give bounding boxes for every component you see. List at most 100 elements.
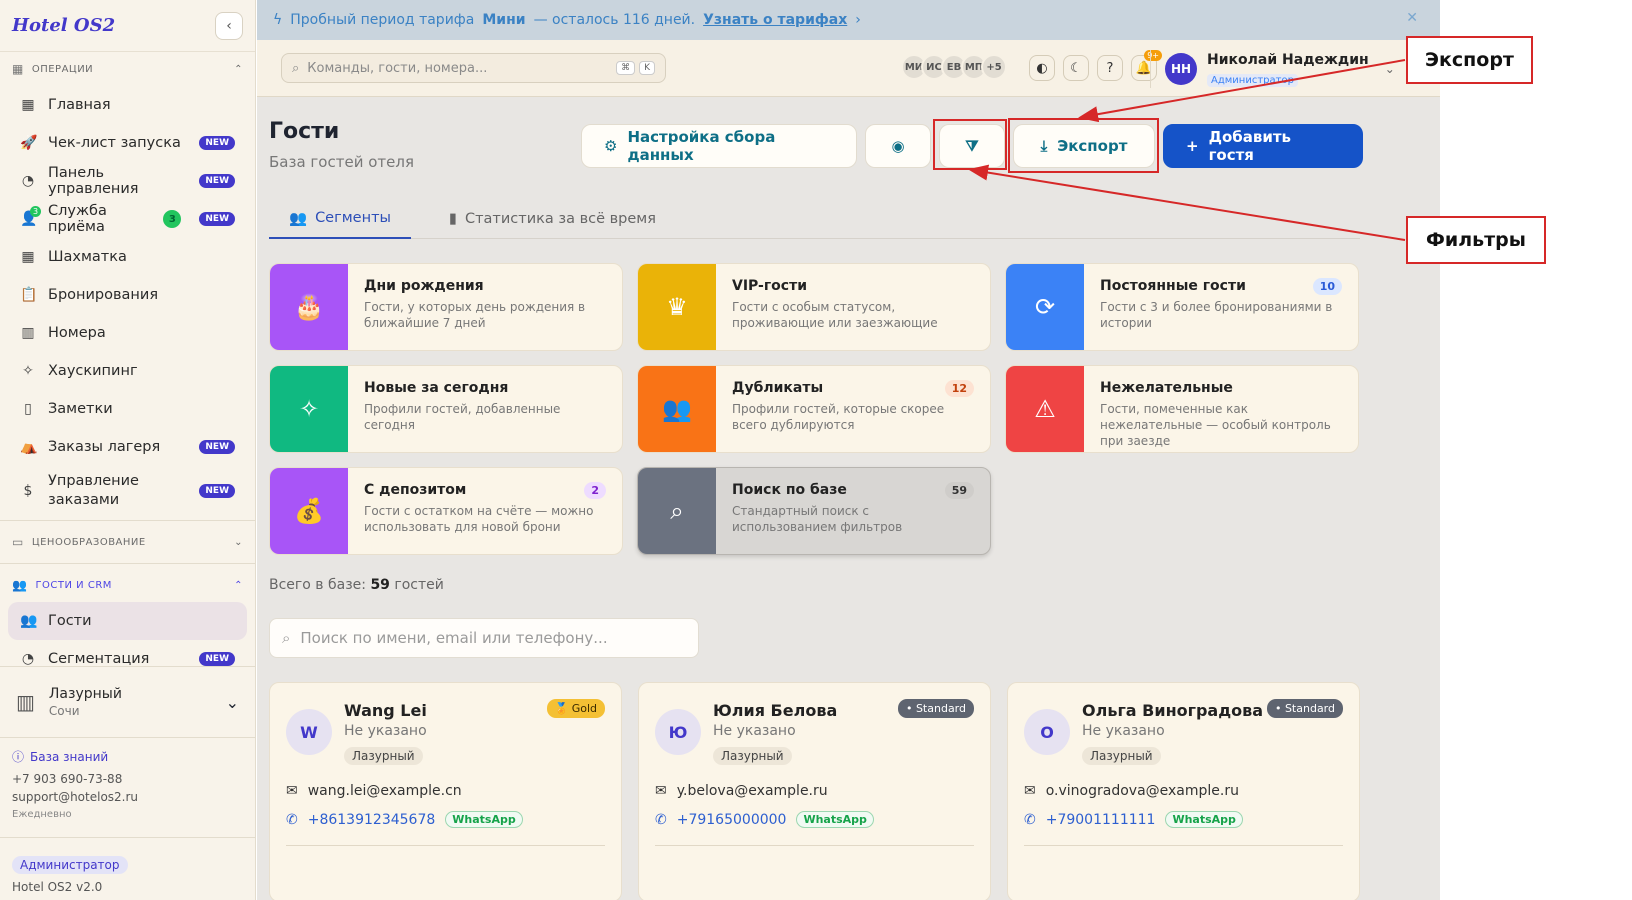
segment-card[interactable]: ♛ VIP-гости Гости с особым статусом, прожи…: [637, 263, 991, 351]
pricing-link[interactable]: Узнать о тарифах: [703, 12, 847, 28]
segment-card[interactable]: ⚠ Нежелательные Гости, помеченные как неже…: [1005, 365, 1359, 453]
role-badge: Администратор: [12, 856, 128, 874]
bar-chart-icon: ▮: [448, 211, 457, 227]
whatsapp-badge[interactable]: WhatsApp: [796, 811, 874, 828]
sidebar-item-camp-orders[interactable]: ⛺ Заказы лагеря NEW: [0, 428, 255, 466]
segment-card[interactable]: ✧ Новые за сегодня Профили гостей, добавле…: [269, 365, 623, 453]
sidebar-item-home[interactable]: ▦ Главная: [0, 86, 255, 124]
segment-card[interactable]: ⌕ Поиск по базе Стандартный поиск с исполь…: [637, 467, 991, 555]
email-value: o.vinogradova@example.ru: [1045, 783, 1239, 799]
sidebar-item-rooms[interactable]: ▥ Номера: [0, 314, 255, 352]
user-avatar: НН: [1165, 53, 1197, 85]
section-operations[interactable]: ▦ ОПЕРАЦИИ ⌃: [0, 52, 255, 86]
sidebar-item-chessboard[interactable]: ▦ Шахматка: [0, 238, 255, 276]
guest-subtitle: Не указано: [344, 723, 427, 739]
segment-card[interactable]: 👥 Дубликаты Профили гостей, которые скорее…: [637, 365, 991, 453]
sidebar-item-dashboard[interactable]: ◔ Панель управления NEW: [0, 162, 255, 200]
trial-text: Пробный период тарифа: [290, 12, 475, 28]
moon-icon[interactable]: ☾: [1063, 55, 1089, 81]
sidebar-item-label: Заказы лагеря: [48, 439, 161, 455]
sidebar-item-checklist[interactable]: 🚀 Чек-лист запуска NEW: [0, 124, 255, 162]
command-search-input[interactable]: ⌕ Команды, гости, номера... ⌘ K: [281, 53, 666, 83]
add-guest-button[interactable]: + Добавить гостя: [1163, 124, 1363, 168]
guest-card[interactable]: Ю Юлия Белова Не указано Лазурный • Standard…: [638, 682, 991, 900]
guest-card[interactable]: W Wang Lei Не указано Лазурный 🏅 Gold ✉ wang.l…: [269, 682, 622, 900]
guest-name[interactable]: Ольга Виноградова: [1082, 701, 1263, 720]
segment-card[interactable]: ⟳ Постоянные гости Гости с 3 и более брони…: [1005, 263, 1359, 351]
chevron-down-icon: ⌄: [225, 692, 239, 712]
avatar: Ю: [655, 709, 701, 755]
button-label: Добавить гостя: [1208, 128, 1292, 164]
guest-phone[interactable]: ✆ +79001111111 WhatsApp: [1024, 811, 1243, 828]
guest-email[interactable]: ✉ y.belova@example.ru: [655, 783, 828, 799]
guest-card[interactable]: О Ольга Виноградова Не указано Лазурный • St…: [1007, 682, 1360, 900]
segment-card[interactable]: 💰 С депозитом Гости с остатком на счёте — …: [269, 467, 623, 555]
tier-icon: •: [1274, 702, 1282, 715]
sparkles-icon: ✧: [22, 363, 34, 379]
sidebar-item-bookings[interactable]: 📋 Бронирования: [0, 276, 255, 314]
phone-icon: ✆: [286, 811, 298, 828]
tab-segments[interactable]: 👥 Сегменты: [269, 199, 411, 239]
segment-description: Профили гостей, которые скорее всего дуб…: [732, 402, 945, 432]
sidebar-item-front-desk[interactable]: 👤 3 Служба приёма 3 NEW: [0, 200, 255, 238]
phone-icon: ✆: [655, 811, 667, 828]
phone-icon: ✆: [1024, 811, 1036, 828]
tier-label: Gold: [571, 702, 597, 715]
sidebar: Hotel OS2 ‹ ▦ ОПЕРАЦИИ ⌃ ▦ Главная 🚀 Чек-ли…: [0, 0, 256, 900]
email-value: wang.lei@example.cn: [307, 783, 462, 799]
guest-subtitle: Не указано: [713, 723, 796, 739]
segments-grid: 🎂 Дни рождения Гости, у которых день рожде…: [269, 263, 1361, 555]
email-value: y.belova@example.ru: [676, 783, 828, 799]
count-badge: 3: [163, 210, 182, 228]
export-highlight-box: [1008, 118, 1159, 173]
close-icon[interactable]: ✕: [1406, 10, 1418, 26]
whatsapp-badge[interactable]: WhatsApp: [1165, 811, 1243, 828]
gear-icon: ⚙: [604, 137, 618, 155]
sidebar-item-order-management[interactable]: $ Управление заказами NEW: [0, 466, 255, 516]
guest-phone[interactable]: ✆ +79165000000 WhatsApp: [655, 811, 874, 828]
palette-icon[interactable]: ◐: [1029, 55, 1055, 81]
guest-name[interactable]: Юлия Белова: [713, 701, 837, 720]
mail-icon: ✉: [1024, 783, 1036, 799]
users-icon: 👥: [638, 366, 716, 452]
online-users[interactable]: МИ ИС ЕВ МП +5: [901, 54, 1007, 80]
visibility-button[interactable]: ◉: [865, 124, 931, 168]
section-guests-crm[interactable]: 👥 ГОСТИ И CRM ⌃: [0, 568, 255, 602]
chevron-up-icon: ⌃: [234, 63, 243, 75]
guest-email[interactable]: ✉ o.vinogradova@example.ru: [1024, 783, 1239, 799]
sidebar-item-notes[interactable]: ▯ Заметки: [0, 390, 255, 428]
segment-card[interactable]: 🎂 Дни рождения Гости, у которых день рожде…: [269, 263, 623, 351]
building-icon: ▥: [21, 325, 35, 341]
data-collection-settings-button[interactable]: ⚙ Настройка сбора данных: [581, 124, 857, 168]
kbd-key: ⌘: [616, 61, 636, 75]
segment-description: Гости с остатком на счёте — можно исполь…: [364, 504, 594, 534]
guest-name[interactable]: Wang Lei: [344, 701, 427, 720]
support-hours: Ежедневно: [12, 809, 72, 820]
guest-phone[interactable]: ✆ +8613912345678 WhatsApp: [286, 811, 523, 828]
sidebar-item-guests[interactable]: 👥 Гости: [8, 602, 247, 640]
user-name: Николай Надеждин: [1207, 51, 1369, 68]
user-menu[interactable]: НН Николай Надеждин Администратор ⌄: [1150, 50, 1395, 88]
tab-statistics[interactable]: ▮ Статистика за всё время: [429, 199, 676, 239]
sidebar-item-housekeeping[interactable]: ✧ Хаускипинг: [0, 352, 255, 390]
app-window: Hotel OS2 ‹ ▦ ОПЕРАЦИИ ⌃ ▦ Главная 🚀 Чек-ли…: [0, 0, 1440, 900]
whatsapp-badge[interactable]: WhatsApp: [445, 811, 523, 828]
segment-description: Гости с 3 и более бронированиями в истор…: [1100, 300, 1333, 330]
section-pricing[interactable]: ▭ ЦЕНООБРАЗОВАНИЕ ⌄: [0, 525, 255, 559]
collapse-sidebar-button[interactable]: ‹: [215, 11, 243, 40]
segment-count-badge: 10: [1312, 278, 1342, 295]
hotel-switcher[interactable]: ▥ Лазурный Сочи ⌄: [0, 666, 255, 738]
guest-email[interactable]: ✉ wang.lei@example.cn: [286, 783, 462, 799]
segment-count-badge: 59: [944, 482, 974, 499]
users-icon: 👥: [12, 578, 28, 592]
help-icon[interactable]: ?: [1097, 55, 1123, 81]
total-value: 59: [370, 577, 390, 593]
trial-banner: ϟ Пробный период тарифа Мини — осталось …: [257, 0, 1440, 40]
knowledge-base-link[interactable]: ⓘ База знаний: [12, 748, 243, 766]
sidebar-footer: Администратор Hotel OS2 v2.0: [0, 848, 255, 900]
segment-title: Дни рождения: [364, 278, 484, 294]
guest-hotel-tag: Лазурный: [1082, 747, 1161, 765]
guest-search-input[interactable]: ⌕ Поиск по имени, email или телефону...: [269, 618, 699, 658]
tier-badge: 🏅 Gold: [546, 699, 605, 718]
gauge-icon: ◔: [21, 173, 35, 189]
